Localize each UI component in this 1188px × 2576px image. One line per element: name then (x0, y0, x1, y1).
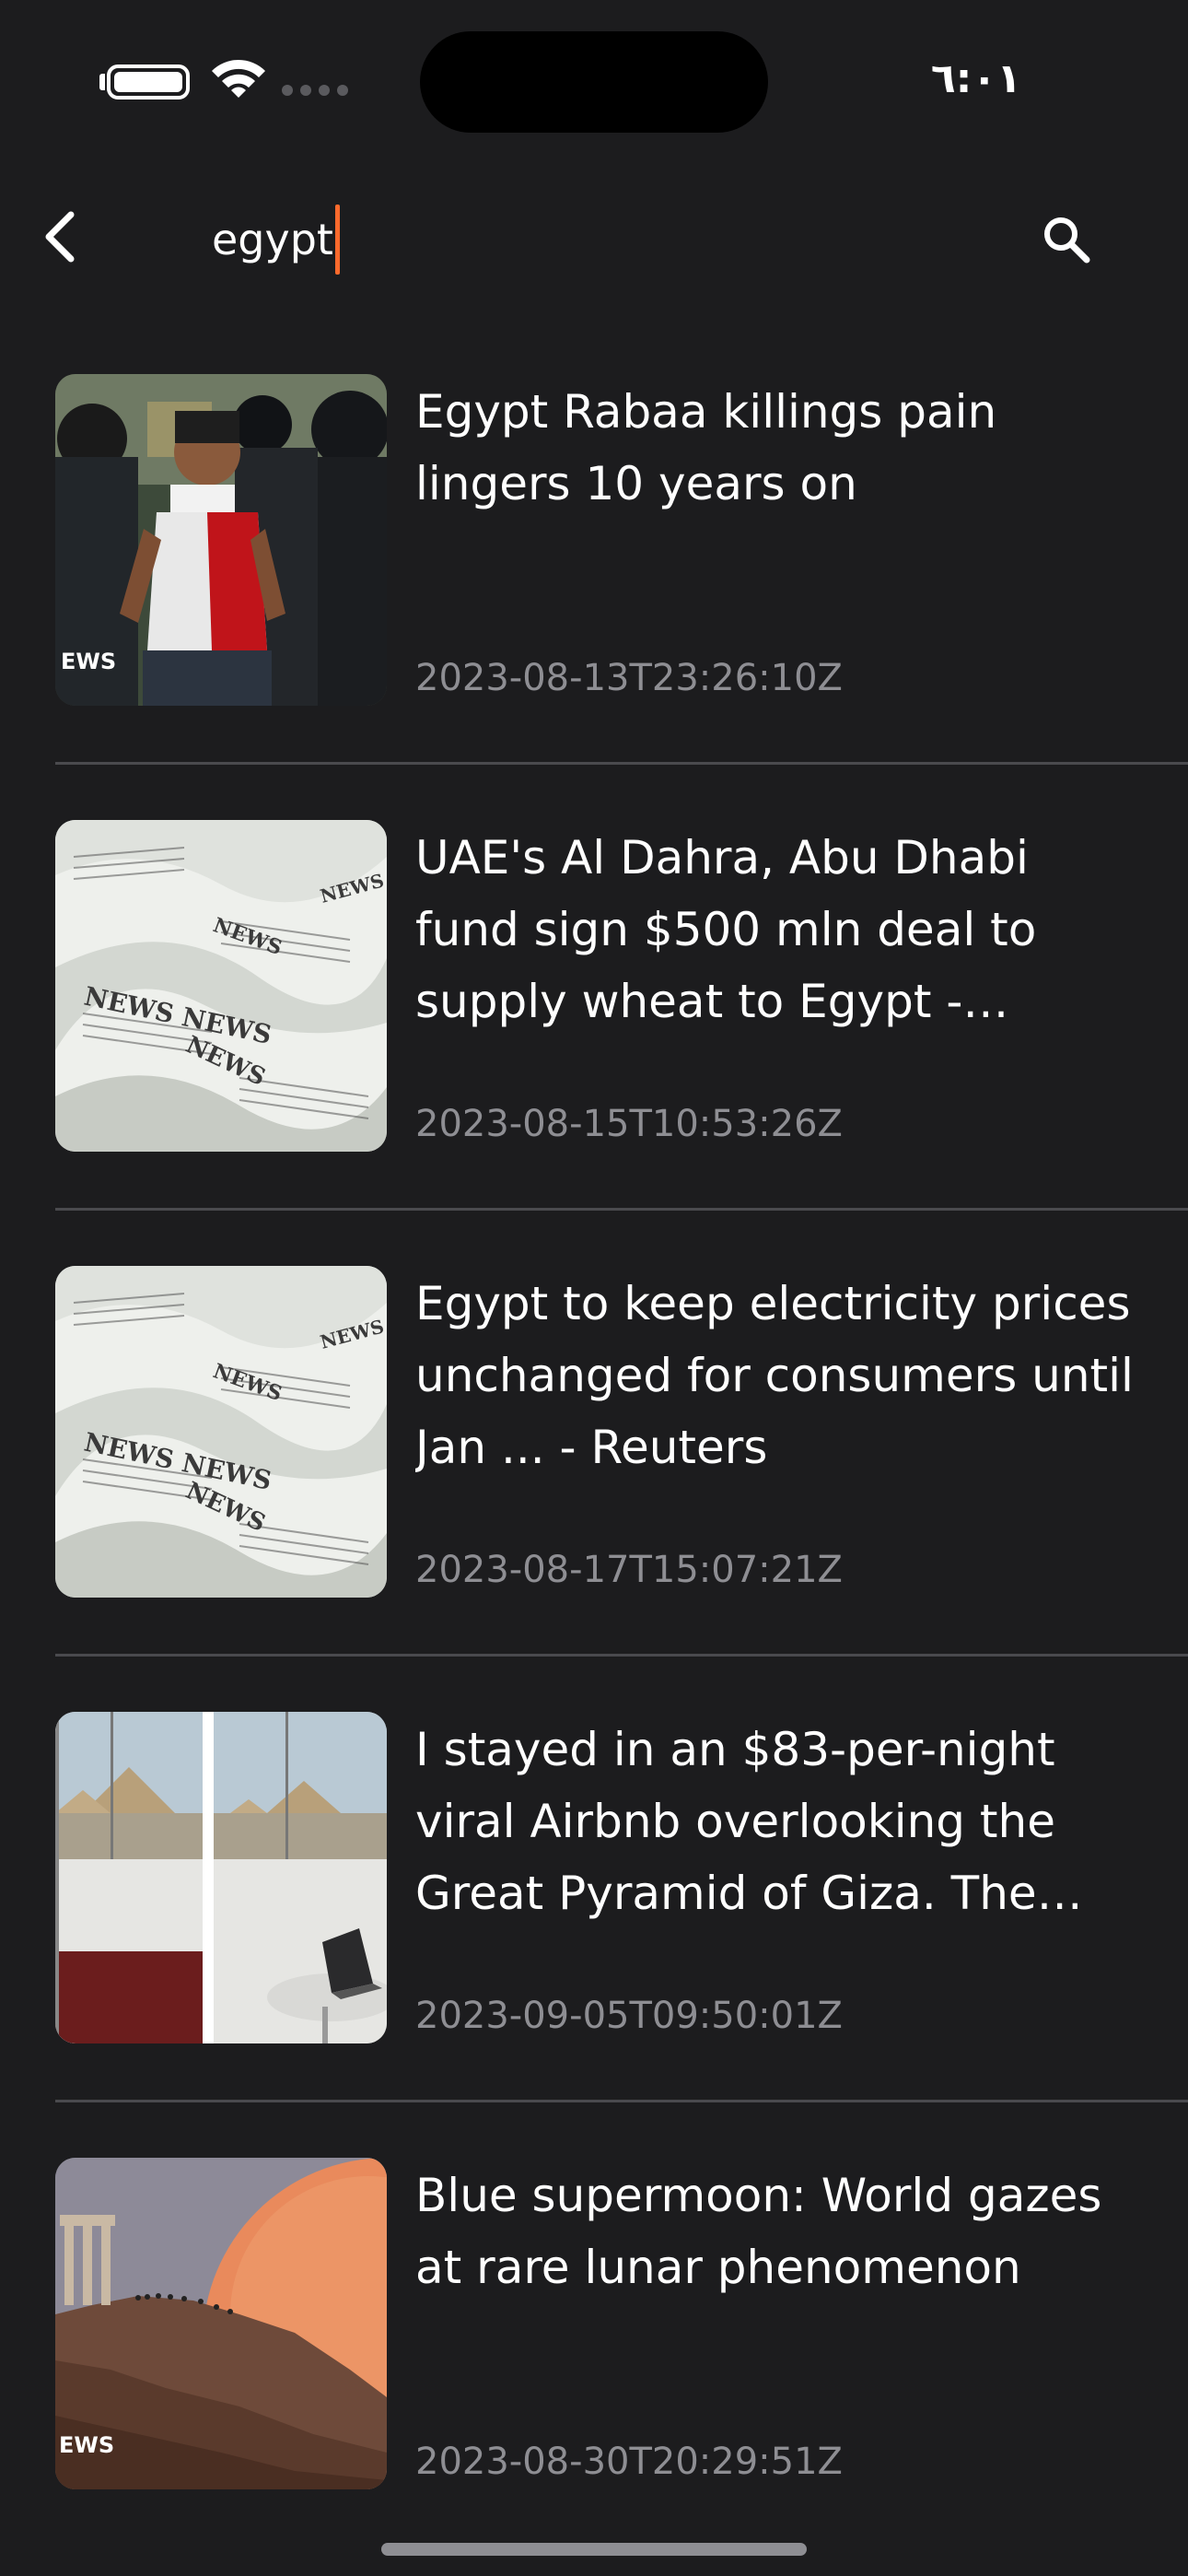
article-thumbnail (55, 1712, 387, 2043)
news-item[interactable]: EWS Blue supermoon: World gazes at rare … (0, 2102, 1188, 2548)
article-date: 2023-08-15T10:53:26Z (415, 1103, 843, 1145)
news-item[interactable]: NEWS NEWS NEWS NEWS NEWS N Egypt to keep… (0, 1211, 1188, 1657)
battery-icon (107, 64, 190, 100)
chevron-left-icon (45, 211, 75, 263)
article-title: UAE's Al Dahra, Abu Dhabi fund sign $500… (415, 831, 1037, 1028)
article-date: 2023-08-30T20:29:51Z (415, 2441, 843, 2483)
cellular-signal-icon (282, 85, 348, 100)
thumbnail-badge: EWS (59, 2432, 114, 2458)
news-item[interactable]: NEWS NEWS NEWS NEWS NEWS N UAE's Al Dahr… (0, 765, 1188, 1211)
article-title: I stayed in an $83-per-night viral Airbn… (415, 1723, 1055, 1920)
status-time: ٦:٠١ (930, 55, 1022, 102)
news-item[interactable]: I stayed in an $83-per-night viral Airbn… (0, 1657, 1188, 2102)
article-thumbnail: NEWS NEWS NEWS NEWS NEWS N (55, 1266, 387, 1598)
home-indicator[interactable] (381, 2543, 807, 2556)
article-title: Egypt to keep electricity prices unchang… (415, 1277, 1134, 1474)
status-bar: ٦:٠١ (0, 0, 1188, 162)
article-title: Egypt Rabaa killings pain lingers 10 yea… (415, 385, 997, 510)
search-header: egypt (0, 162, 1188, 319)
search-input-value: egypt (212, 215, 333, 264)
news-item[interactable]: EWS Egypt Rabaa killings pain lingers 10… (0, 319, 1188, 765)
back-button[interactable] (28, 205, 92, 269)
search-icon (1044, 217, 1090, 263)
article-thumbnail: NEWS NEWS NEWS NEWS NEWS N (55, 820, 387, 1152)
article-date: 2023-08-17T15:07:21Z (415, 1549, 843, 1591)
article-thumbnail: EWS (55, 374, 387, 706)
article-date: 2023-09-05T09:50:01Z (415, 1995, 843, 2037)
dynamic-island (420, 31, 768, 133)
news-results-list: EWS Egypt Rabaa killings pain lingers 10… (0, 319, 1188, 2548)
search-input[interactable]: egypt (212, 203, 949, 276)
article-date: 2023-08-13T23:26:10Z (415, 657, 843, 699)
article-title: Blue supermoon: World gazes at rare luna… (415, 2169, 1102, 2294)
wifi-icon (212, 59, 265, 98)
battery-cap (99, 74, 105, 90)
article-thumbnail: EWS (55, 2158, 387, 2489)
thumbnail-badge: EWS (61, 649, 116, 674)
text-caret (334, 205, 340, 275)
search-button[interactable] (1031, 205, 1101, 275)
